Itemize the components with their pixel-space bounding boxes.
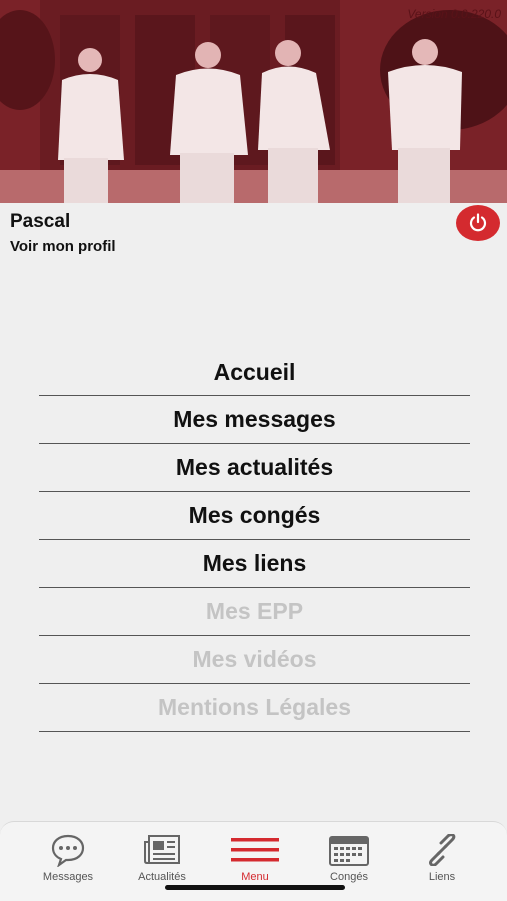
link-icon <box>429 834 456 866</box>
menu-item-liens[interactable]: Mes liens <box>39 540 470 588</box>
tab-messages[interactable]: Messages <box>28 832 108 883</box>
view-profile-link[interactable]: Voir mon profil <box>10 238 116 255</box>
tab-menu-label: Menu <box>241 871 269 883</box>
tab-liens-label: Liens <box>428 871 456 883</box>
version-label: Version 0.0.220.0 <box>407 7 501 21</box>
header-photo: Version 0.0.220.0 <box>0 0 507 203</box>
menu-item-epp: Mes EPP <box>39 588 470 636</box>
newspaper-icon <box>144 835 180 864</box>
tab-liens[interactable]: Liens <box>402 832 482 883</box>
menu-item-videos: Mes vidéos <box>39 636 470 684</box>
menu-item-mentions-legales: Mentions Légales <box>39 684 470 732</box>
chat-bubble-icon <box>51 834 85 867</box>
menu-item-messages[interactable]: Mes messages <box>39 396 470 444</box>
logout-button[interactable] <box>456 205 500 241</box>
menu-item-accueil[interactable]: Accueil <box>39 350 470 396</box>
menu-item-actualites[interactable]: Mes actualités <box>39 444 470 492</box>
main-menu: Accueil Mes messages Mes actualités Mes … <box>39 350 470 732</box>
home-indicator <box>165 885 345 890</box>
tab-actualites[interactable]: Actualités <box>122 832 202 883</box>
hamburger-menu-icon <box>231 838 279 862</box>
tab-conges-label: Congés <box>330 871 368 883</box>
calendar-icon <box>329 836 369 866</box>
tab-conges[interactable]: Congés <box>309 832 389 883</box>
menu-item-conges[interactable]: Mes congés <box>39 492 470 540</box>
team-photo <box>0 0 507 203</box>
tab-actualites-label: Actualités <box>138 871 186 883</box>
tab-messages-label: Messages <box>42 871 94 883</box>
profile-name: Pascal <box>10 211 71 232</box>
power-icon <box>469 213 487 232</box>
tab-menu[interactable]: Menu <box>215 832 295 883</box>
